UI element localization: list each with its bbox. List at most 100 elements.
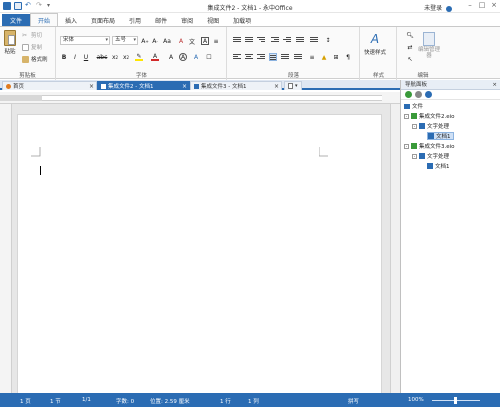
tab-home-page-label: 首页 xyxy=(13,84,25,90)
new-tab-button[interactable]: ▾ xyxy=(284,81,302,90)
tab-insert[interactable]: 插入 xyxy=(58,14,84,26)
show-marks-icon[interactable]: ¶ xyxy=(344,53,352,61)
close-icon[interactable]: × xyxy=(274,83,279,90)
tree-item-doc3[interactable]: 文档1 xyxy=(427,162,450,170)
refresh-icon[interactable] xyxy=(425,91,432,98)
close-icon[interactable]: × xyxy=(182,83,187,90)
align-center-icon[interactable] xyxy=(245,53,253,61)
subscript-icon[interactable]: x2 xyxy=(111,53,119,61)
tree-item-file3[interactable]: - 集成文件3.eio xyxy=(404,142,455,150)
document-page[interactable] xyxy=(17,114,382,399)
find-icon[interactable]: 🔍︎ xyxy=(406,31,414,39)
borders-icon[interactable]: ⊞ xyxy=(332,53,340,61)
tree-item-wp3[interactable]: - 文字处理 xyxy=(412,152,449,160)
tab-document-2[interactable]: 集成文件2 - 文档1 × xyxy=(97,81,190,90)
decrease-indent-icon[interactable] xyxy=(271,36,279,44)
crop-mark-top-left xyxy=(31,147,41,157)
tab-document-3[interactable]: 集成文件3 - 文档1 × xyxy=(190,81,282,90)
tab-references[interactable]: 引用 xyxy=(122,14,148,26)
paste-button[interactable]: 粘贴 xyxy=(4,30,16,55)
tab-file[interactable]: 文件 xyxy=(2,14,30,26)
zoom-thumb[interactable] xyxy=(454,397,457,404)
settings-icon[interactable] xyxy=(415,91,422,98)
select-icon[interactable]: ↖ xyxy=(406,55,414,63)
char-border-icon[interactable]: A xyxy=(201,37,209,45)
user-status[interactable]: 未登录 xyxy=(424,3,452,12)
close-icon[interactable]: × xyxy=(492,80,497,90)
status-zoom[interactable]: 100% xyxy=(408,397,424,403)
navigation-pane: 导航面板 × 文件 - 集成文件2.eio - 文字处理 文档1 - 集成文件3… xyxy=(400,80,500,393)
tab-view[interactable]: 视图 xyxy=(200,14,226,26)
minimize-icon[interactable]: – xyxy=(466,1,474,9)
align-right-icon[interactable] xyxy=(257,53,265,61)
tab-addins[interactable]: 加载项 xyxy=(226,14,258,26)
font-dialog-icon[interactable]: ☐ xyxy=(205,53,213,61)
multilevel-icon[interactable] xyxy=(257,36,265,44)
highlight-icon[interactable]: ✎ xyxy=(135,53,143,61)
bold-icon[interactable]: B xyxy=(60,53,68,61)
phonetic-icon[interactable]: 文 xyxy=(188,37,196,46)
change-case-icon[interactable]: Aa xyxy=(163,37,171,45)
styles-group-label: 样式 xyxy=(372,73,384,79)
grow-font-icon[interactable]: A + xyxy=(141,37,149,45)
bullets-icon[interactable] xyxy=(233,36,241,44)
numbering-icon[interactable] xyxy=(245,36,253,44)
maximize-icon[interactable]: □ xyxy=(478,1,486,9)
underline-icon[interactable]: U xyxy=(82,53,90,61)
chevron-down-icon: ▾ xyxy=(133,37,136,43)
column-icon[interactable] xyxy=(294,53,302,61)
font-name-select[interactable]: 宋体 ▾ xyxy=(60,36,110,45)
italic-icon[interactable]: I xyxy=(71,53,79,61)
copy-button[interactable]: 复制 xyxy=(22,43,42,51)
char-scale-icon[interactable]: A xyxy=(167,53,175,61)
chinese-layout-icon[interactable] xyxy=(296,36,304,44)
enclose-char-icon[interactable]: A xyxy=(179,53,187,61)
distributed-icon[interactable] xyxy=(281,53,289,61)
shrink-font-icon[interactable]: A- xyxy=(151,37,159,45)
font-color-icon[interactable]: A xyxy=(151,53,159,61)
collapse-icon[interactable]: - xyxy=(404,113,409,119)
horizontal-ruler[interactable] xyxy=(0,92,400,104)
tab-mailings[interactable]: 邮件 xyxy=(148,14,174,26)
tab-page-layout[interactable]: 页面布局 xyxy=(84,14,122,26)
clear-format-icon[interactable]: A xyxy=(177,37,185,45)
justify-icon[interactable] xyxy=(269,53,277,61)
cut-button[interactable]: ✂ 剪切 xyxy=(22,31,42,40)
tree-item-wp2[interactable]: - 文字处理 xyxy=(412,122,449,130)
font-size-select[interactable]: 五号 ▾ xyxy=(112,36,138,45)
replace-icon[interactable]: ⇄ xyxy=(406,43,414,51)
font-effects-icon[interactable]: A xyxy=(192,53,200,61)
sort-icon[interactable] xyxy=(310,36,318,44)
collapse-icon[interactable]: - xyxy=(412,123,417,129)
tree-item-doc2[interactable]: 文档1 xyxy=(427,132,454,140)
vertical-scrollbar[interactable] xyxy=(390,104,400,393)
collapse-icon[interactable]: - xyxy=(404,143,409,149)
word-icon xyxy=(419,153,425,159)
close-icon[interactable]: × xyxy=(89,83,94,90)
vertical-ruler[interactable] xyxy=(0,104,12,393)
align-left-icon[interactable] xyxy=(233,53,241,61)
collapse-icon[interactable]: - xyxy=(412,153,417,159)
edit-manager-button[interactable]: 编辑管理器 xyxy=(418,32,440,59)
superscript-icon[interactable]: x2 xyxy=(122,53,130,61)
shading-icon[interactable]: ▲ xyxy=(320,53,328,61)
tree-root[interactable]: 文件 xyxy=(404,102,423,110)
strikethrough-icon[interactable]: abc xyxy=(95,53,109,61)
quick-styles-icon: A xyxy=(370,32,380,46)
close-icon[interactable]: × xyxy=(490,1,498,9)
tree-item-file2[interactable]: - 集成文件2.eio xyxy=(404,112,455,120)
file-icon xyxy=(411,113,417,119)
status-line: 1 行 xyxy=(220,399,231,405)
tab-review[interactable]: 审阅 xyxy=(174,14,200,26)
line-spacing-icon[interactable]: ↕ xyxy=(324,36,332,44)
tab-home[interactable]: 开始 xyxy=(30,13,59,26)
user-label: 未登录 xyxy=(424,5,443,12)
add-icon[interactable] xyxy=(405,91,412,98)
line-spacing-options-icon[interactable]: ≡ xyxy=(308,53,316,61)
quick-styles-button[interactable]: A 快速样式 xyxy=(364,32,386,56)
status-spell[interactable]: 拼写 xyxy=(348,397,359,405)
char-shading-icon[interactable]: ≡ xyxy=(212,37,220,45)
increase-indent-icon[interactable] xyxy=(283,36,291,44)
tab-home-page[interactable]: 首页 × xyxy=(2,81,97,90)
format-painter-button[interactable]: 格式刷 xyxy=(22,55,48,63)
